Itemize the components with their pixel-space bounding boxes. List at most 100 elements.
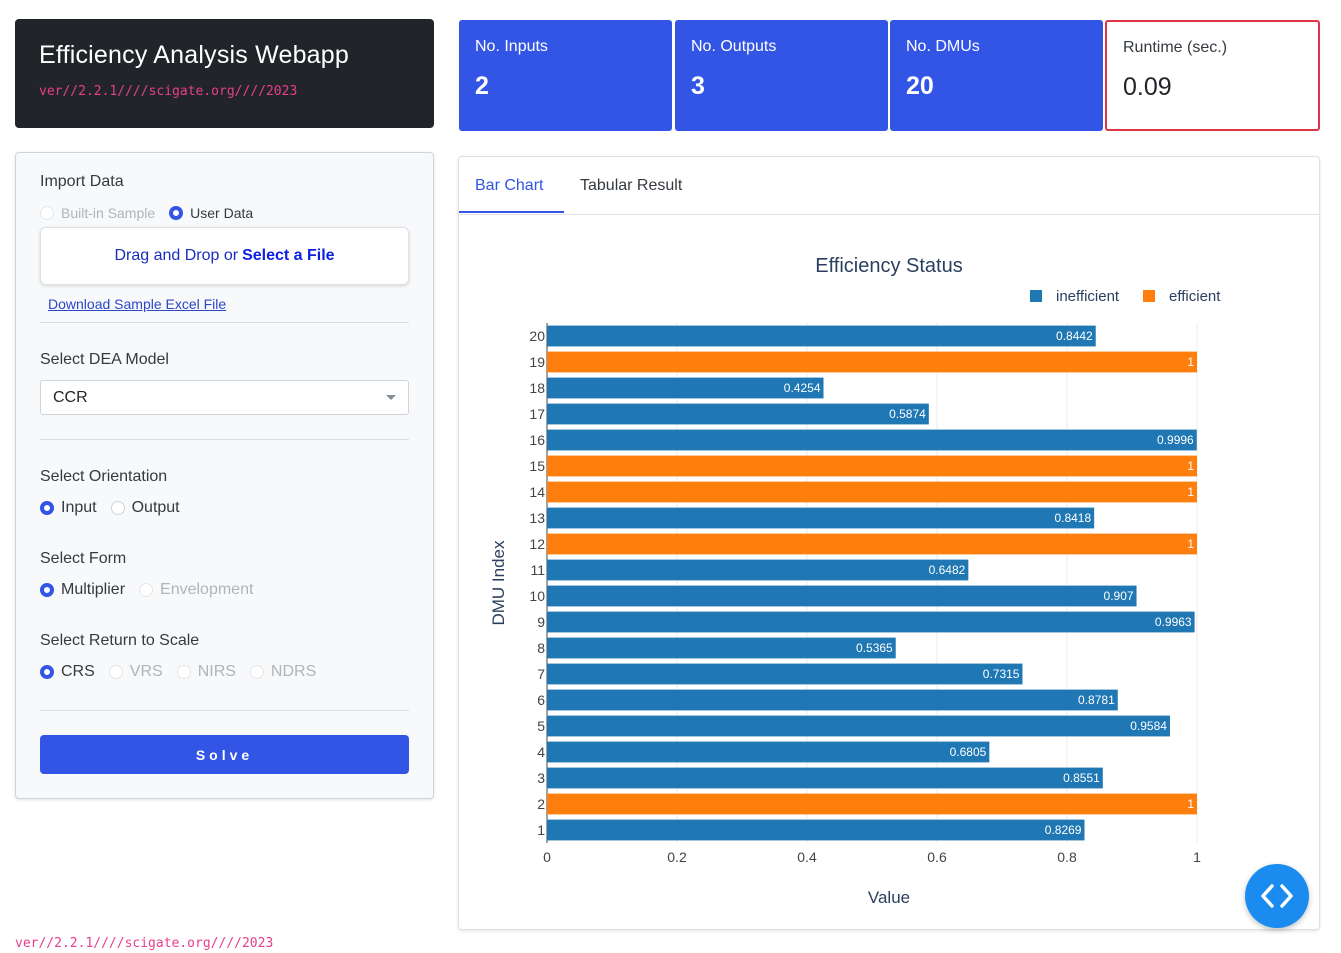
bar-dmu-11 bbox=[547, 559, 969, 581]
x-tick-label: 0.6 bbox=[927, 849, 947, 865]
bar-dmu-12 bbox=[547, 533, 1197, 555]
bar-value-label: 0.907 bbox=[1104, 589, 1134, 603]
bar-dmu-15 bbox=[547, 455, 1197, 477]
x-tick-label: 0.2 bbox=[667, 849, 687, 865]
stat-label: No. DMUs bbox=[906, 38, 980, 55]
y-tick-label: 7 bbox=[537, 666, 545, 682]
y-tick-label: 20 bbox=[529, 328, 545, 344]
legend-swatch-efficient bbox=[1143, 290, 1155, 302]
legend-swatch-inefficient bbox=[1030, 290, 1042, 302]
radio-envelopment[interactable]: Envelopment bbox=[139, 581, 253, 599]
radio-ndrs[interactable]: NDRS bbox=[249, 663, 316, 681]
y-tick-label: 2 bbox=[537, 796, 545, 812]
x-axis-title: Value bbox=[868, 888, 910, 907]
y-tick-label: 5 bbox=[537, 718, 545, 734]
bar-value-label: 0.6805 bbox=[950, 745, 987, 759]
chart-title: Efficiency Status bbox=[815, 255, 962, 277]
radio-vrs[interactable]: VRS bbox=[108, 663, 163, 681]
orientation-label: Select Orientation bbox=[40, 468, 168, 485]
radio-multiplier[interactable]: Multiplier bbox=[40, 581, 125, 599]
stat-value: 20 bbox=[906, 72, 934, 100]
radio-built-in-sample[interactable]: Built-in Sample bbox=[40, 205, 155, 221]
bar-value-label: 0.7315 bbox=[983, 667, 1020, 681]
y-tick-label: 12 bbox=[529, 536, 545, 552]
rts-label: Select Return to Scale bbox=[40, 632, 200, 649]
bar-value-label: 0.9584 bbox=[1130, 719, 1167, 733]
stat-label: No. Inputs bbox=[475, 38, 548, 55]
y-tick-label: 6 bbox=[537, 692, 545, 708]
y-tick-label: 18 bbox=[529, 380, 545, 396]
form-radio-group: Multiplier Envelopment bbox=[40, 581, 267, 599]
code-icon bbox=[1261, 884, 1293, 908]
y-tick-label: 17 bbox=[529, 406, 545, 422]
bar-dmu-5 bbox=[547, 715, 1170, 737]
bar-value-label: 0.5365 bbox=[856, 641, 893, 655]
bar-value-label: 1 bbox=[1187, 485, 1194, 499]
solve-button[interactable]: Solve bbox=[40, 735, 409, 774]
stat-card-dmus: No. DMUs 20 bbox=[890, 20, 1103, 131]
stat-value: 2 bbox=[475, 72, 489, 100]
settings-panel: Import Data Built-in Sample User Data Dr… bbox=[15, 152, 434, 799]
dea-model-select[interactable]: CCR bbox=[40, 380, 409, 415]
code-button[interactable] bbox=[1245, 864, 1309, 928]
radio-crs[interactable]: CRS bbox=[40, 663, 95, 681]
bar-dmu-18 bbox=[547, 377, 824, 399]
bar-dmu-7 bbox=[547, 663, 1023, 685]
radio-circle bbox=[249, 665, 264, 679]
bar-value-label: 0.8269 bbox=[1045, 823, 1082, 837]
bar-dmu-13 bbox=[547, 507, 1095, 529]
bar-value-label: 0.8551 bbox=[1063, 771, 1100, 785]
bar-value-label: 1 bbox=[1187, 355, 1194, 369]
radio-circle bbox=[40, 583, 54, 597]
bar-dmu-9 bbox=[547, 611, 1195, 633]
import-data-label: Import Data bbox=[40, 173, 124, 190]
radio-input[interactable]: Input bbox=[40, 499, 97, 517]
bar-value-label: 1 bbox=[1187, 537, 1194, 551]
radio-circle bbox=[169, 206, 184, 220]
radio-user-data[interactable]: User Data bbox=[169, 205, 253, 221]
bar-value-label: 0.4254 bbox=[784, 381, 821, 395]
download-sample-link[interactable]: Download Sample Excel File bbox=[48, 296, 226, 312]
x-tick-label: 1 bbox=[1193, 849, 1201, 865]
bar-dmu-14 bbox=[547, 481, 1197, 503]
radio-circle bbox=[108, 665, 123, 679]
y-tick-label: 19 bbox=[529, 354, 545, 370]
y-tick-label: 15 bbox=[529, 458, 545, 474]
bar-dmu-10 bbox=[547, 585, 1137, 607]
bar-value-label: 0.8442 bbox=[1056, 329, 1093, 343]
y-tick-label: 1 bbox=[537, 822, 545, 838]
file-drop-zone[interactable]: Drag and Drop or Select a File bbox=[40, 227, 409, 285]
select-file-link[interactable]: Select a File bbox=[242, 247, 335, 265]
radio-circle bbox=[40, 206, 54, 220]
drop-text: Drag and Drop or bbox=[114, 247, 239, 264]
y-tick-label: 11 bbox=[530, 562, 545, 578]
app-header: Efficiency Analysis Webapp ver//2.2.1///… bbox=[15, 19, 434, 128]
legend-label-efficient: efficient bbox=[1169, 288, 1221, 305]
stat-value: 0.09 bbox=[1123, 73, 1172, 101]
orientation-radio-group: Input Output bbox=[40, 499, 194, 517]
bar-value-label: 0.9996 bbox=[1157, 433, 1194, 447]
legend-label-inefficient: inefficient bbox=[1056, 288, 1120, 305]
x-tick-label: 0 bbox=[543, 849, 551, 865]
bar-value-label: 0.8418 bbox=[1054, 511, 1091, 525]
stat-value: 3 bbox=[691, 72, 705, 100]
divider bbox=[40, 710, 409, 711]
results-card: Bar Chart Tabular Result 0 0.2 0.4 0.6 0.8 1 1… bbox=[458, 156, 1320, 930]
bar-dmu-8 bbox=[547, 637, 896, 659]
radio-output[interactable]: Output bbox=[110, 499, 180, 517]
import-source-radio-group: Built-in Sample User Data bbox=[40, 205, 267, 221]
divider bbox=[40, 322, 409, 323]
radio-circle bbox=[139, 583, 154, 597]
bar-value-label: 0.9963 bbox=[1155, 615, 1192, 629]
bar-dmu-17 bbox=[547, 403, 929, 425]
stat-card-inputs: No. Inputs 2 bbox=[459, 20, 672, 131]
footer-version: ver//2.2.1////scigate.org////2023 bbox=[15, 936, 274, 951]
y-tick-label: 13 bbox=[529, 510, 545, 526]
stat-card-outputs: No. Outputs 3 bbox=[675, 20, 888, 131]
radio-circle bbox=[40, 501, 54, 515]
efficiency-bar-chart: 0 0.2 0.4 0.6 0.8 11 0.82692 13 0.85514 0.68055 0.… bbox=[489, 255, 1221, 907]
bar-dmu-20 bbox=[547, 325, 1096, 347]
y-tick-label: 3 bbox=[537, 770, 545, 786]
radio-nirs[interactable]: NIRS bbox=[176, 663, 236, 681]
y-tick-label: 16 bbox=[529, 432, 545, 448]
